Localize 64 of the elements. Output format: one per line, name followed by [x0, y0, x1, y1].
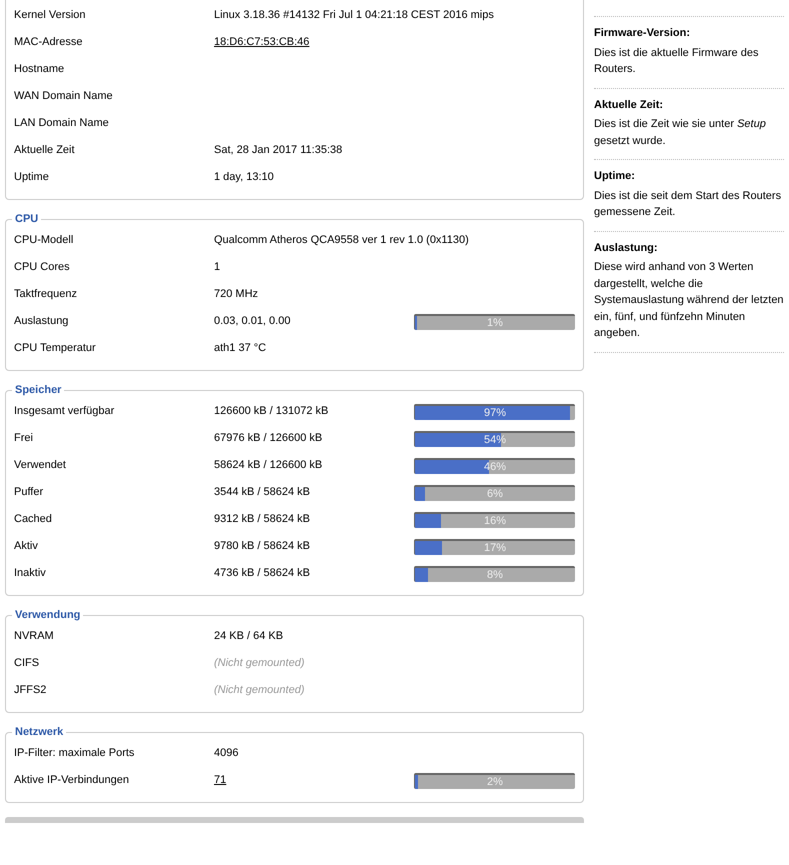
- row-value: 720 MHz: [214, 288, 258, 300]
- row-value: (Nicht gemounted): [214, 684, 304, 696]
- progress-reading: 6%: [486, 486, 504, 500]
- row-value: 9780 kB / 58624 kB: [214, 540, 310, 552]
- row-value: 9312 kB / 58624 kB: [214, 513, 310, 526]
- section-title: Speicher: [14, 385, 62, 396]
- progress-reading: 16%: [482, 514, 508, 528]
- row-label: Hostname: [14, 62, 66, 78]
- section-title: Netzwerk: [14, 727, 64, 738]
- row-label: WAN Domain Name: [14, 89, 114, 104]
- row-label: Taktfrequenz: [14, 287, 78, 302]
- row-label: CPU Cores: [14, 260, 71, 276]
- row-value: 58624 kB / 126600 kB: [214, 459, 322, 472]
- row-label: Cached: [14, 512, 53, 528]
- row-value: 4736 kB / 58624 kB: [214, 567, 310, 580]
- row-label: Inaktiv: [14, 566, 47, 582]
- help-text: Dies ist die seit dem Start des Routers gemessene Zeit.: [594, 188, 782, 220]
- row-value: 24 KB / 64 KB: [214, 630, 284, 642]
- section-title: CPU: [14, 214, 40, 225]
- row-label: CPU-Modell: [14, 233, 74, 248]
- row-label: Frei: [14, 431, 34, 446]
- value-link[interactable]: 71: [214, 774, 226, 786]
- row-label: JFFS2: [14, 683, 48, 698]
- row-value: ath1 37 °C: [214, 342, 266, 354]
- row-value: 67976 kB / 126600 kB: [214, 432, 322, 444]
- row-label: Auslastung: [14, 314, 70, 330]
- row-label: Insgesamt verfügbar: [14, 404, 116, 420]
- row-label: MAC-Adresse: [14, 35, 84, 50]
- row-value: 4096: [214, 747, 238, 760]
- value-link[interactable]: 18:D6:C7:53:CB:46: [214, 36, 310, 48]
- row-value: Linux 3.18.36 #14132 Fri Jul 1 04:21:18 CEST 2016 mips: [214, 9, 494, 22]
- help-title: Uptime:: [594, 169, 636, 184]
- help-title: Aktuelle Zeit:: [594, 98, 664, 112]
- row-value: Sat, 28 Jan 2017 11:35:38: [214, 144, 342, 156]
- row-label: LAN Domain Name: [14, 116, 110, 132]
- row-value: 1: [214, 261, 220, 274]
- row-label: IP-Filter: maximale Ports: [14, 746, 136, 762]
- progress-reading: 2%: [486, 774, 504, 788]
- help-title: Auslastung:: [594, 240, 659, 256]
- help-text: Dies ist die Zeit wie sie unter Setup gesetzt wurde.: [594, 117, 767, 148]
- row-label: Aktuelle Zeit: [14, 143, 76, 158]
- row-value: 1 day, 13:10: [214, 171, 274, 184]
- help-text: Dies ist die aktuelle Firmware des Routers.: [594, 46, 760, 77]
- row-label: Uptime: [14, 170, 50, 186]
- row-value: 3544 kB / 58624 kB: [214, 486, 310, 498]
- row-label: CIFS: [14, 656, 40, 672]
- row-label: Aktiv: [14, 539, 39, 554]
- section-title: Verwendung: [14, 610, 82, 621]
- row-label: Puffer: [14, 485, 44, 500]
- progress-reading: 8%: [486, 568, 504, 582]
- row-label: Verwendet: [14, 458, 67, 474]
- progress-reading: 1%: [486, 316, 504, 330]
- row-label: NVRAM: [14, 629, 55, 644]
- row-value: (Nicht gemounted): [214, 657, 304, 670]
- row-label: Aktive IP-Verbindungen: [14, 773, 130, 788]
- help-text: Diese wird anhand von 3 Werten dargestellt, welche die Systemauslastung während der letzten ein, fünf, und fünfzehn Minuten angeben.: [594, 260, 784, 341]
- row-value: Qualcomm Atheros QCA9558 ver 1 rev 1.0 (0x1130): [214, 234, 469, 246]
- progress-reading: 97%: [482, 406, 508, 420]
- row-label: Kernel Version: [14, 8, 87, 24]
- row-value: 0.03, 0.01, 0.00: [214, 315, 290, 328]
- progress-reading: 17%: [482, 540, 508, 554]
- help-title: Firmware-Version:: [594, 26, 691, 41]
- row-value: 126600 kB / 131072 kB: [214, 405, 328, 418]
- row-label: CPU Temperatur: [14, 341, 97, 356]
